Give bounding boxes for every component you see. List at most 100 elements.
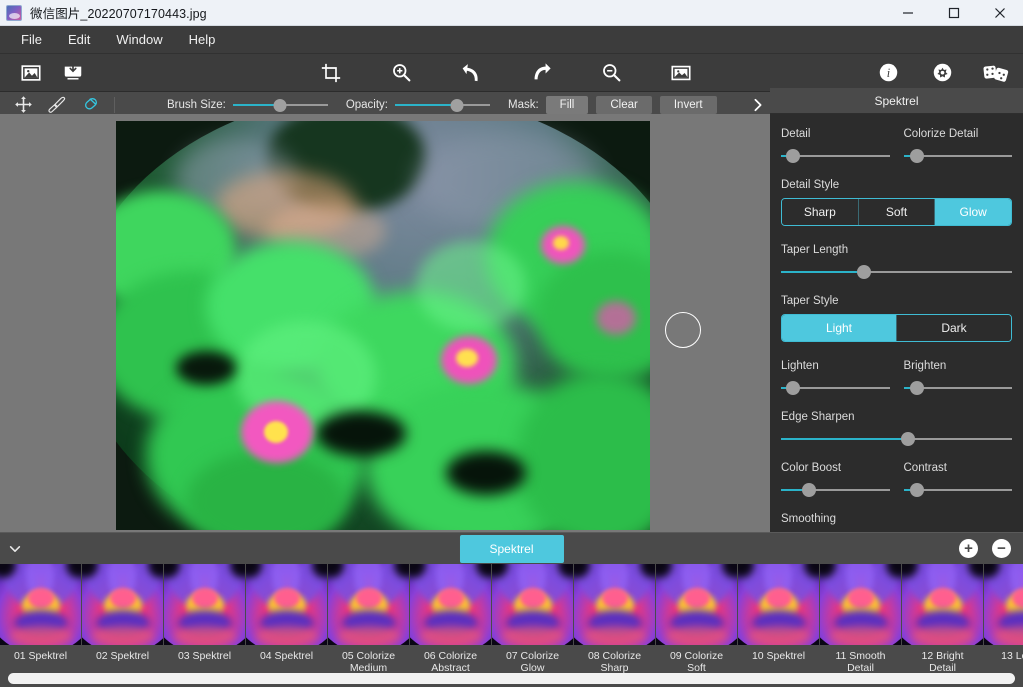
save-image-icon[interactable] <box>52 57 94 89</box>
mask-label: Mask: <box>508 99 539 111</box>
thumbnail-list[interactable]: 01 Spektrel 02 Spektrel 03 Spektrel 04 S… <box>0 564 1023 687</box>
menu-window[interactable]: Window <box>103 29 175 50</box>
chevron-down-icon[interactable] <box>0 542 30 556</box>
detail-style-label: Detail Style <box>781 179 1012 191</box>
crop-icon[interactable] <box>310 57 352 89</box>
maximize-button[interactable] <box>931 0 977 25</box>
taper-length-knob[interactable] <box>857 265 871 279</box>
thumbnail-item[interactable]: 01 Spektrel <box>0 564 81 687</box>
thumbnail-item[interactable]: 05 Colorize Medium <box>328 564 409 687</box>
redo-icon[interactable] <box>520 57 562 89</box>
chevron-right-icon[interactable] <box>751 98 765 112</box>
eraser-tool-icon[interactable] <box>74 94 108 116</box>
colorize-detail-knob[interactable] <box>910 149 924 163</box>
lighten-slider[interactable]: Lighten <box>781 360 890 395</box>
thumbnail-label: 05 Colorize Medium <box>342 650 395 674</box>
thumbnail-label: 03 Spektrel <box>178 650 231 662</box>
brush-size-slider[interactable] <box>233 97 328 113</box>
thumbnail-label: 11 Smooth Detail <box>835 650 885 674</box>
dice-icon[interactable] <box>975 57 1017 89</box>
settings-icon[interactable] <box>921 57 963 89</box>
thumbnail-image <box>246 564 327 645</box>
menu-bar: File Edit Window Help <box>0 26 1023 54</box>
detail-slider[interactable]: Detail <box>781 128 890 163</box>
detail-style-glow[interactable]: Glow <box>935 199 1011 225</box>
undo-icon[interactable] <box>450 57 492 89</box>
thumbnail-item[interactable]: 06 Colorize Abstract <box>410 564 491 687</box>
taper-length-slider[interactable]: Taper Length <box>781 244 1012 279</box>
thumbnail-image <box>164 564 245 645</box>
edge-sharpen-knob[interactable] <box>901 432 915 446</box>
thumbnail-item[interactable]: 03 Spektrel <box>164 564 245 687</box>
smoothing-label: Smoothing <box>781 513 1012 525</box>
menu-file[interactable]: File <box>8 29 55 50</box>
move-tool-icon[interactable] <box>6 94 40 116</box>
thumbnail-item[interactable]: 12 Bright Detail <box>902 564 983 687</box>
remove-preset-button[interactable]: − <box>992 539 1011 558</box>
zoom-out-icon[interactable] <box>590 57 632 89</box>
brush-circle-cursor <box>665 312 701 348</box>
open-image-icon[interactable] <box>10 57 52 89</box>
thumbnail-item[interactable]: 13 Long L <box>984 564 1023 687</box>
detail-knob[interactable] <box>786 149 800 163</box>
brighten-slider[interactable]: Brighten <box>904 360 1013 395</box>
detail-style-sharp[interactable]: Sharp <box>782 199 859 225</box>
thumbnail-item[interactable]: 07 Colorize Glow <box>492 564 573 687</box>
color-boost-knob[interactable] <box>802 483 816 497</box>
thumbnail-item[interactable]: 09 Colorize Soft <box>656 564 737 687</box>
image-canvas[interactable] <box>116 121 650 530</box>
opacity-fill <box>395 104 457 106</box>
thumbnail-item[interactable]: 08 Colorize Sharp <box>574 564 655 687</box>
fit-image-icon[interactable] <box>660 57 702 89</box>
effect-panel: Spektrel Detail Colorize Detail <box>770 114 1023 532</box>
mask-invert-button[interactable]: Invert <box>660 96 717 114</box>
lighten-knob[interactable] <box>786 381 800 395</box>
canvas-area[interactable] <box>0 114 770 532</box>
svg-text:i: i <box>886 66 890 80</box>
info-icon[interactable]: i <box>867 57 909 89</box>
close-button[interactable] <box>977 0 1023 25</box>
colorize-detail-label: Colorize Detail <box>904 128 1013 140</box>
edge-sharpen-slider[interactable]: Edge Sharpen <box>781 411 1012 446</box>
opacity-knob[interactable] <box>450 99 463 112</box>
taper-style-dark[interactable]: Dark <box>897 315 1011 341</box>
contrast-knob[interactable] <box>910 483 924 497</box>
thumbnail-item[interactable]: 02 Spektrel <box>82 564 163 687</box>
menu-edit[interactable]: Edit <box>55 29 103 50</box>
taper-length-fill <box>781 271 864 273</box>
opacity-slider[interactable] <box>395 97 490 113</box>
panel-body: Detail Colorize Detail Deta <box>770 114 1023 548</box>
thumbnail-label: 02 Spektrel <box>96 650 149 662</box>
filmstrip-scrollbar[interactable] <box>8 673 1015 684</box>
add-preset-button[interactable]: + <box>959 539 978 558</box>
filmstrip-header: Spektrel + − <box>0 532 1023 564</box>
thumbnail-label: 07 Colorize Glow <box>506 650 559 674</box>
colorize-detail-slider[interactable]: Colorize Detail <box>904 128 1013 163</box>
window-title: 微信图片_20220707170443.jpg <box>30 3 207 22</box>
menu-help[interactable]: Help <box>176 29 229 50</box>
thumbnail-item[interactable]: 04 Spektrel <box>246 564 327 687</box>
opacity-label: Opacity: <box>346 99 388 111</box>
contrast-slider[interactable]: Contrast <box>904 462 1013 497</box>
brush-size-knob[interactable] <box>274 99 287 112</box>
zoom-in-icon[interactable] <box>380 57 422 89</box>
mask-fill-button[interactable]: Fill <box>546 96 589 114</box>
title-bar: 微信图片_20220707170443.jpg <box>0 0 1023 26</box>
app-icon <box>6 5 22 21</box>
taper-style-light[interactable]: Light <box>782 315 897 341</box>
lighten-brighten-row: Lighten Brighten <box>781 360 1012 395</box>
thumbnail-image <box>656 564 737 645</box>
detail-style-soft[interactable]: Soft <box>859 199 936 225</box>
filmstrip-tab-spektrel[interactable]: Spektrel <box>459 535 563 563</box>
options-divider <box>114 97 115 113</box>
thumbnail-item[interactable]: 11 Smooth Detail <box>820 564 901 687</box>
thumbnail-item[interactable]: 10 Spektrel <box>738 564 819 687</box>
brighten-knob[interactable] <box>910 381 924 395</box>
thumbnail-image <box>574 564 655 645</box>
brush-tool-icon[interactable] <box>40 94 74 116</box>
color-boost-slider[interactable]: Color Boost <box>781 462 890 497</box>
mask-clear-button[interactable]: Clear <box>596 96 651 114</box>
color-contrast-row: Color Boost Contrast <box>781 462 1012 497</box>
minimize-button[interactable] <box>885 0 931 25</box>
edge-sharpen-fill <box>781 438 908 440</box>
